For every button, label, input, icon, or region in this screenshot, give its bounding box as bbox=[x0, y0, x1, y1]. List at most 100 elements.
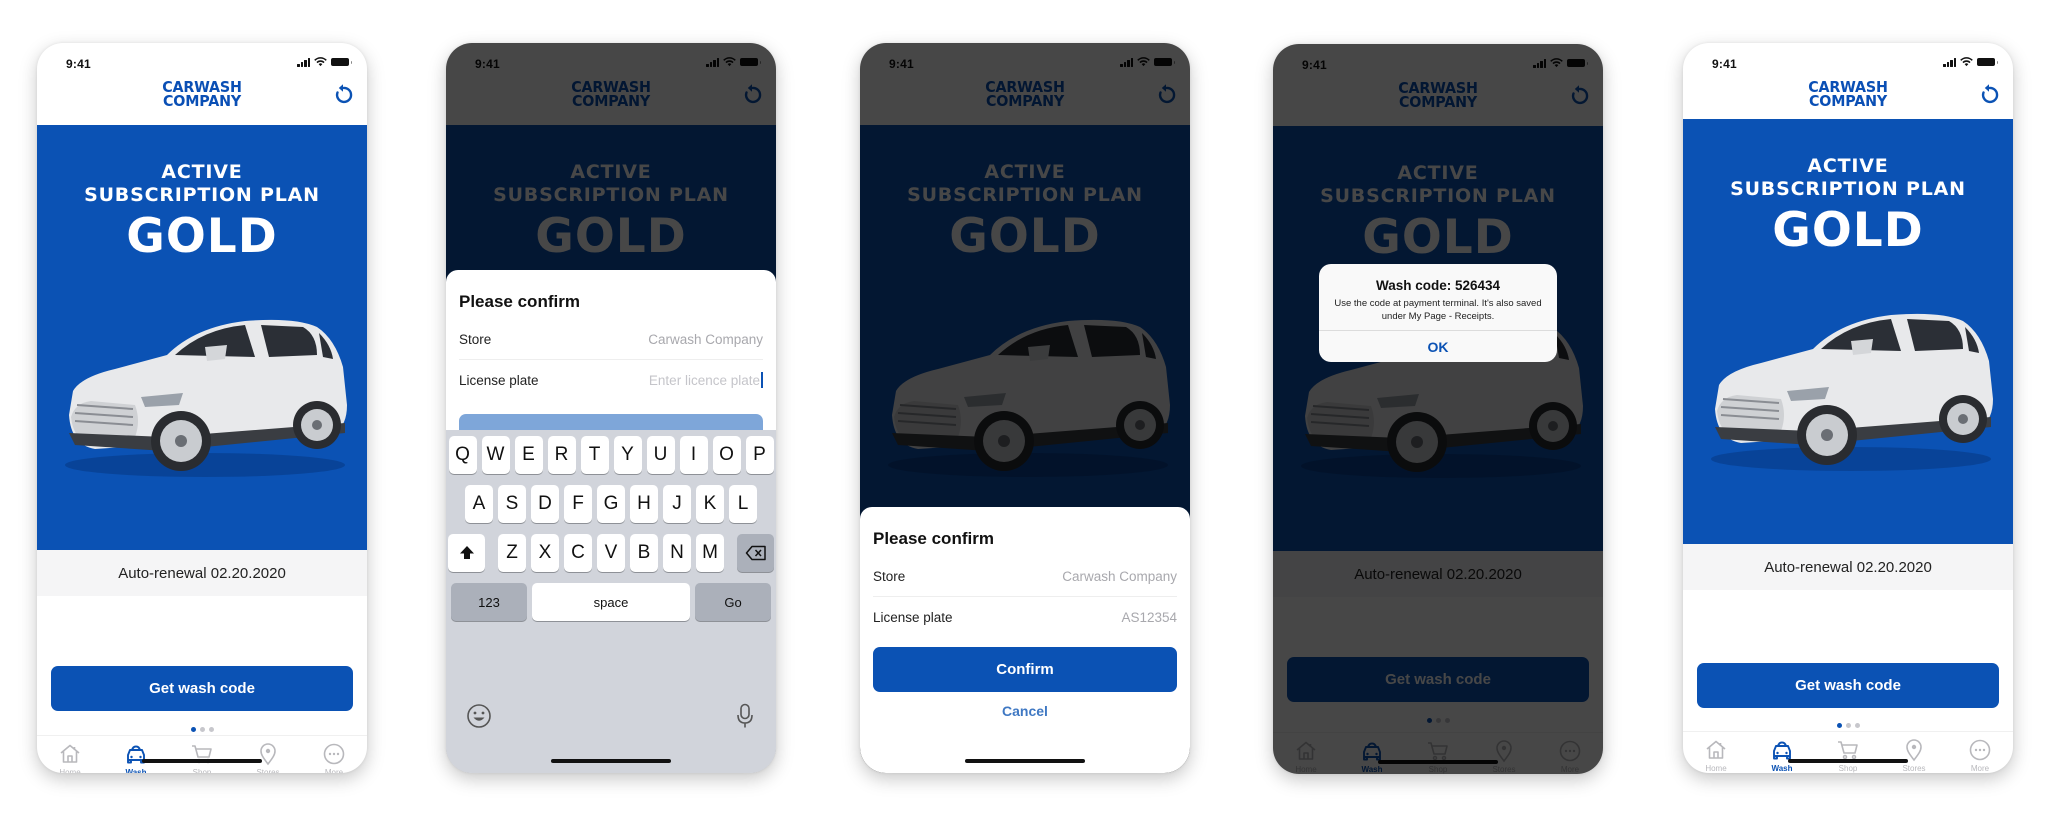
key[interactable]: N bbox=[663, 534, 691, 572]
tab-stores[interactable]: Stores bbox=[235, 736, 301, 773]
tab-more[interactable]: More bbox=[301, 736, 367, 773]
phone-screen-wash-code-alert: 9:41 CARWASH COMPANY ACTIVE SUBSCRIPTION … bbox=[1273, 44, 1603, 774]
key[interactable]: V bbox=[597, 534, 625, 572]
page-indicator[interactable] bbox=[1683, 723, 2013, 728]
key[interactable]: Q bbox=[448, 436, 477, 474]
key[interactable]: Y bbox=[613, 436, 642, 474]
home-indicator[interactable] bbox=[1788, 759, 1908, 763]
tab-stores[interactable]: Stores bbox=[1881, 732, 1947, 773]
key[interactable]: I bbox=[679, 436, 708, 474]
key[interactable]: W bbox=[481, 436, 510, 474]
phone-screen-confirm-filled: 9:41 CARWASH COMPANY ACTIVE SUBSCRIPTION … bbox=[860, 43, 1190, 773]
page-dot-active[interactable] bbox=[1836, 723, 1842, 728]
tab-wash[interactable]: Wash bbox=[103, 736, 169, 773]
key[interactable]: B bbox=[630, 534, 658, 572]
sheet-title: Please confirm bbox=[459, 292, 580, 311]
confirm-button[interactable]: Confirm bbox=[873, 647, 1177, 692]
tab-home[interactable]: Home bbox=[37, 736, 103, 773]
page-dot-active[interactable] bbox=[190, 727, 196, 732]
app-header: CARWASH COMPANY bbox=[37, 73, 367, 125]
key[interactable]: U bbox=[646, 436, 675, 474]
numbers-key[interactable]: 123 bbox=[451, 583, 527, 621]
banner-heading-active: ACTIVE bbox=[570, 161, 652, 183]
page-indicator[interactable] bbox=[37, 727, 367, 732]
license-plate-value[interactable]: AS12354 bbox=[1121, 610, 1177, 625]
tab-bar: Home Wash Shop Stores More bbox=[37, 735, 367, 773]
license-plate-row: License plate AS12354 bbox=[873, 597, 1177, 637]
key[interactable]: M bbox=[696, 534, 724, 572]
refresh-icon[interactable] bbox=[1977, 83, 2001, 107]
microphone-icon[interactable] bbox=[736, 703, 754, 729]
key[interactable]: G bbox=[597, 485, 625, 523]
tab-home[interactable]: Home bbox=[1683, 732, 1749, 773]
keyboard-row-3: ZXCVBNM bbox=[446, 534, 776, 572]
status-bar: 9:41 bbox=[37, 43, 367, 73]
tab-home: Home bbox=[1273, 733, 1339, 774]
key[interactable]: C bbox=[564, 534, 592, 572]
cellular-signal-icon bbox=[1943, 57, 1956, 67]
go-key[interactable]: Go bbox=[695, 583, 771, 621]
key[interactable]: R bbox=[547, 436, 576, 474]
get-wash-code-button[interactable]: Get wash code bbox=[51, 666, 353, 711]
cellular-signal-icon bbox=[1533, 58, 1546, 68]
keyboard-row-1: QWERTYUIOP bbox=[446, 436, 776, 474]
key[interactable]: S bbox=[498, 485, 526, 523]
page-dot[interactable] bbox=[1854, 723, 1860, 728]
key[interactable]: K bbox=[696, 485, 724, 523]
home-indicator bbox=[1378, 760, 1498, 764]
home-indicator[interactable] bbox=[551, 759, 671, 763]
phone-screen-subscription: 9:41 CARWASH COMPANY ACTIVE SUBSCRIPTION … bbox=[37, 43, 367, 773]
subscription-banner: ACTIVE SUBSCRIPTION PLAN GOLD bbox=[37, 125, 367, 550]
tab-shop[interactable]: Shop bbox=[1815, 732, 1881, 773]
tab-shop[interactable]: Shop bbox=[169, 736, 235, 773]
key[interactable]: A bbox=[465, 485, 493, 523]
page-dot[interactable] bbox=[1845, 723, 1851, 728]
home-icon bbox=[58, 742, 82, 766]
plan-name: GOLD bbox=[1362, 210, 1514, 265]
more-icon bbox=[1968, 738, 1992, 762]
wifi-icon bbox=[1960, 57, 1973, 67]
app-header: CARWASH COMPANY bbox=[1273, 74, 1603, 126]
get-wash-code-button[interactable]: Get wash code bbox=[1697, 663, 1999, 708]
tab-bar: Home Wash Shop Stores More bbox=[1273, 732, 1603, 774]
sheet-title: Please confirm bbox=[873, 529, 994, 548]
battery-icon bbox=[1977, 58, 1998, 66]
banner-heading-plan: SUBSCRIPTION PLAN bbox=[1320, 185, 1556, 207]
page-dot bbox=[1444, 718, 1450, 723]
cellular-signal-icon bbox=[706, 57, 719, 67]
car-image bbox=[55, 305, 355, 485]
page-dot[interactable] bbox=[208, 727, 214, 732]
key[interactable]: P bbox=[745, 436, 774, 474]
key[interactable]: E bbox=[514, 436, 543, 474]
backspace-icon bbox=[745, 545, 766, 561]
shift-key[interactable] bbox=[448, 534, 485, 572]
key[interactable]: Z bbox=[498, 534, 526, 572]
tab-wash[interactable]: Wash bbox=[1749, 732, 1815, 773]
key[interactable]: J bbox=[663, 485, 691, 523]
banner-heading-plan: SUBSCRIPTION PLAN bbox=[1730, 178, 1966, 200]
get-wash-code-button: Get wash code bbox=[1287, 657, 1589, 702]
key[interactable]: L bbox=[729, 485, 757, 523]
key[interactable]: F bbox=[564, 485, 592, 523]
space-key[interactable]: space bbox=[532, 583, 690, 621]
key[interactable]: D bbox=[531, 485, 559, 523]
backspace-key[interactable] bbox=[737, 534, 774, 572]
key[interactable]: T bbox=[580, 436, 609, 474]
cancel-button[interactable]: Cancel bbox=[860, 703, 1190, 719]
key[interactable]: O bbox=[712, 436, 741, 474]
auto-renewal-info: Auto-renewal 02.20.2020 bbox=[1273, 551, 1603, 597]
tab-more[interactable]: More bbox=[1947, 732, 2013, 773]
alert-ok-button[interactable]: OK bbox=[1319, 330, 1557, 362]
key[interactable]: H bbox=[630, 485, 658, 523]
license-plate-input[interactable] bbox=[630, 372, 760, 388]
store-row: Store Carwash Company bbox=[873, 557, 1177, 597]
refresh-icon[interactable] bbox=[331, 83, 355, 107]
license-plate-label: License plate bbox=[873, 609, 953, 625]
page-dot[interactable] bbox=[199, 727, 205, 732]
status-bar: 9:41 bbox=[860, 43, 1190, 73]
home-indicator[interactable] bbox=[142, 759, 262, 763]
emoji-icon[interactable] bbox=[466, 703, 492, 729]
more-icon bbox=[1558, 739, 1582, 763]
key[interactable]: X bbox=[531, 534, 559, 572]
home-indicator[interactable] bbox=[965, 759, 1085, 763]
